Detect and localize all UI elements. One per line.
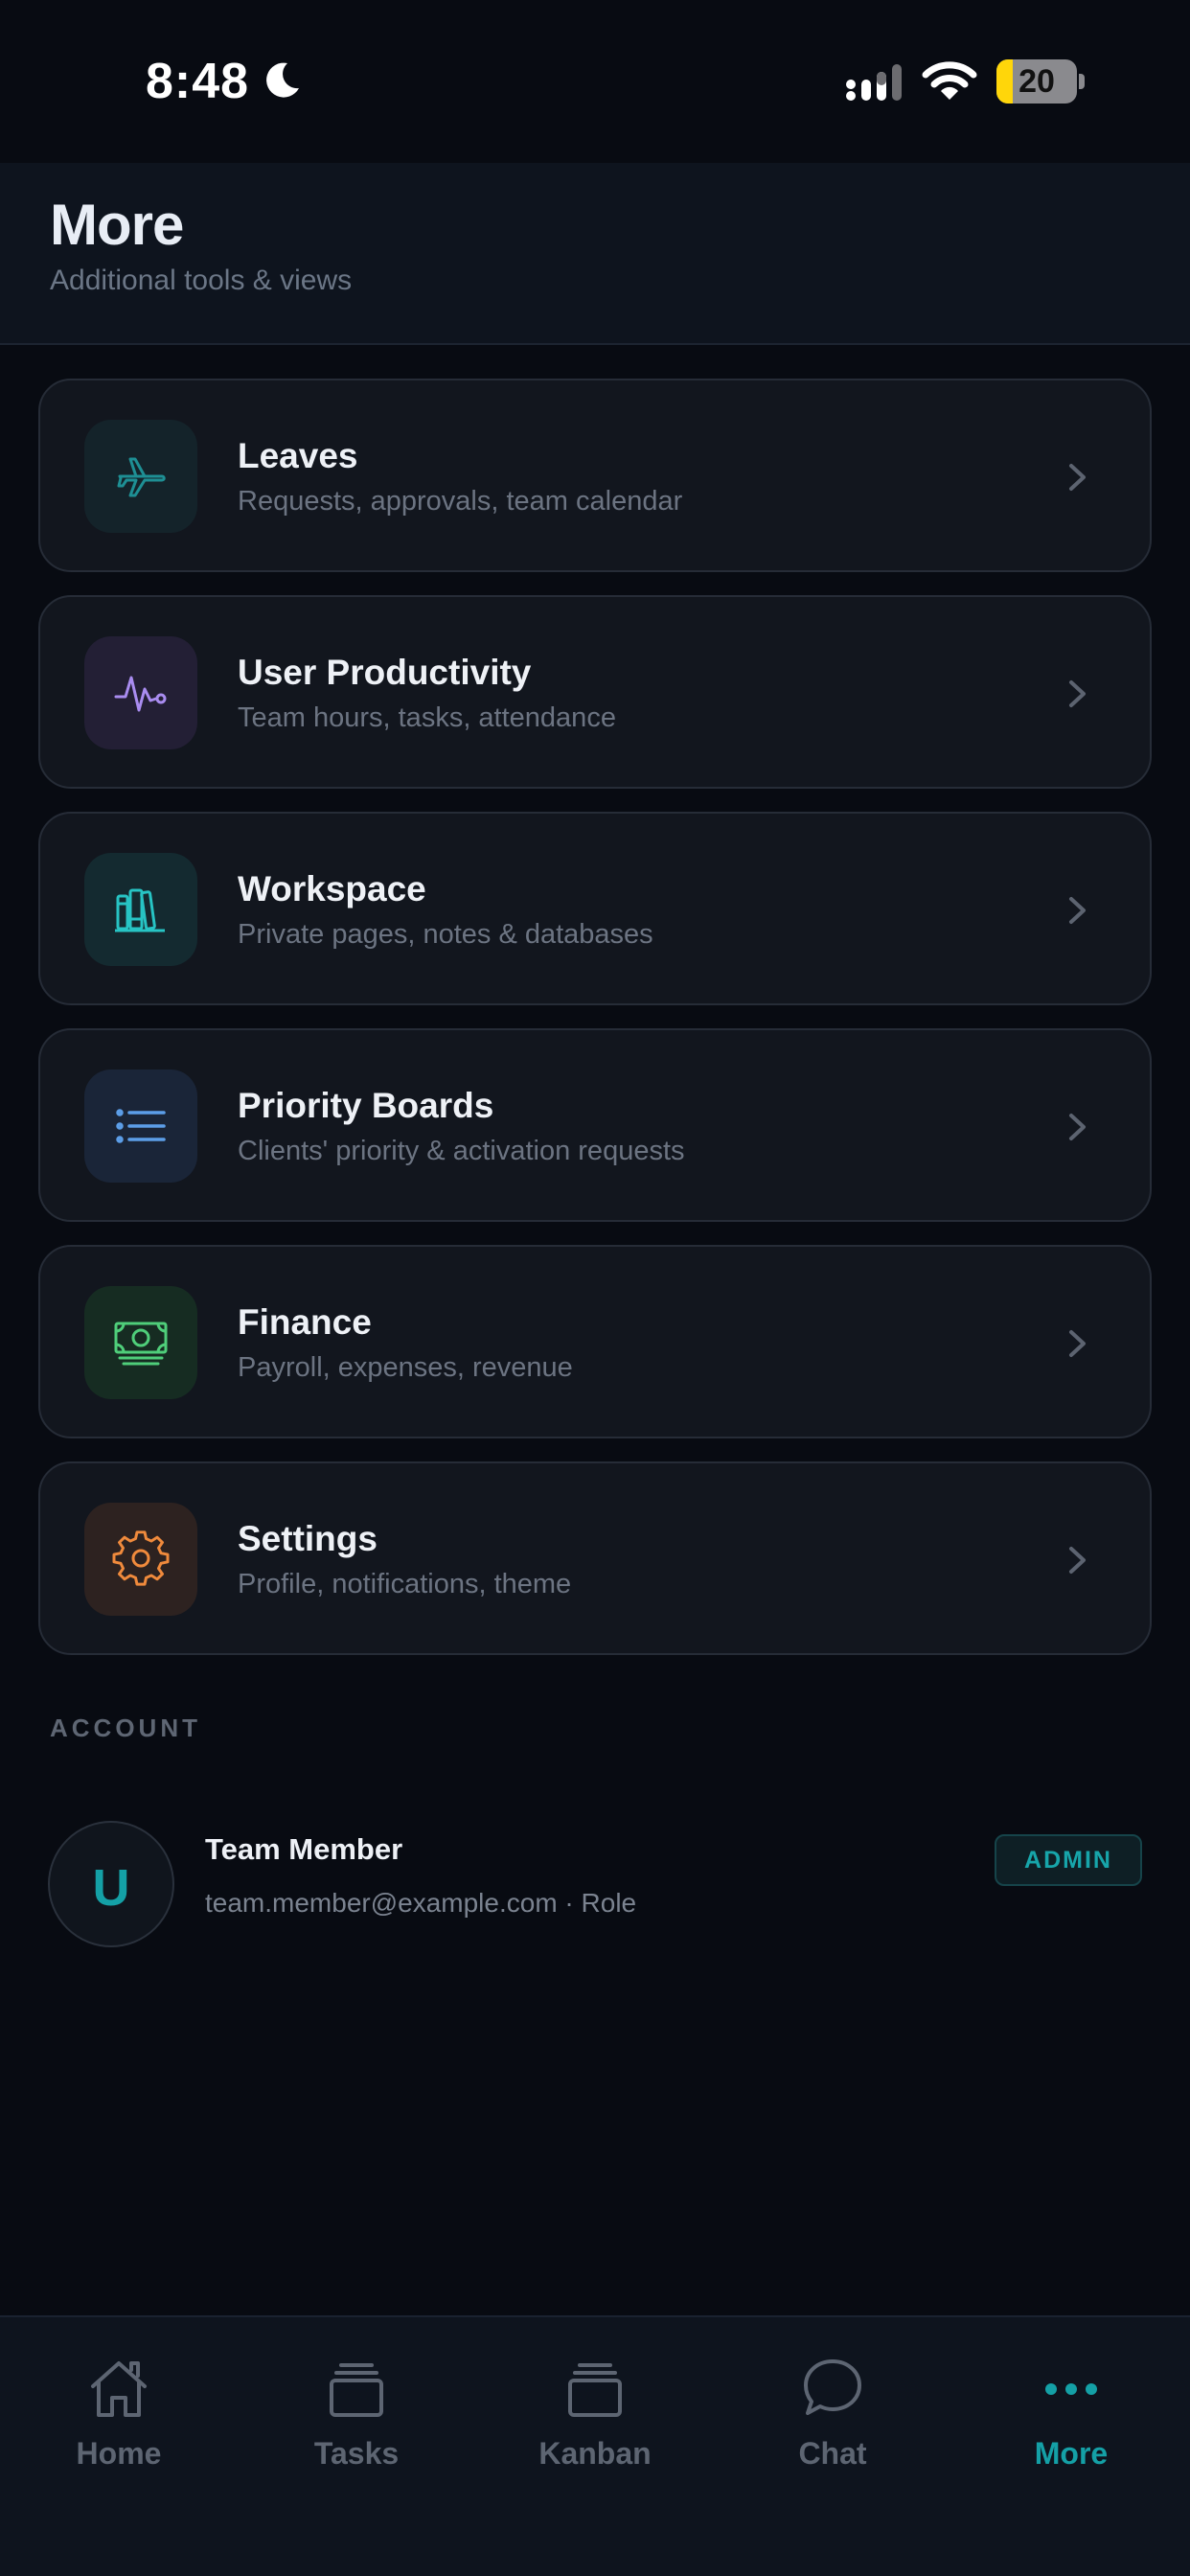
menu-item-description: Profile, notifications, theme <box>238 1569 572 1599</box>
menu-item-description: Clients' priority & activation requests <box>238 1136 685 1166</box>
avatar-initial: U <box>92 1859 130 1917</box>
page-header: More Additional tools & views <box>0 163 1190 345</box>
chat-icon <box>804 2359 861 2415</box>
chevron-right-icon <box>1069 464 1086 491</box>
tab-more[interactable]: More <box>952 2356 1190 2490</box>
avatar[interactable]: U <box>48 1821 174 1947</box>
menu-item-description: Requests, approvals, team calendar <box>238 486 683 517</box>
menu-item-description: Payroll, expenses, revenue <box>238 1352 573 1383</box>
productivity-icon-box <box>84 636 197 749</box>
tab-label: Chat <box>798 2436 867 2471</box>
chevron-right-icon <box>1069 1547 1086 1574</box>
tab-chat[interactable]: Chat <box>714 2356 951 2490</box>
tab-label: More <box>1034 2436 1109 2471</box>
workspace-icon-box <box>84 853 197 966</box>
status-time: 8:48 <box>146 54 250 109</box>
menu-item-title: User Productivity <box>238 653 532 692</box>
list-icon <box>116 1109 166 1143</box>
chevron-right-icon <box>1069 897 1086 924</box>
status-bar: 8:48 20 <box>0 0 1190 163</box>
moon-icon <box>266 62 299 98</box>
page-subtitle: Additional tools & views <box>50 264 353 296</box>
tab-label: Tasks <box>313 2436 400 2471</box>
tasks-icon <box>330 2363 383 2417</box>
page-title: More <box>50 193 184 257</box>
role-badge: ADMIN <box>995 1834 1142 1886</box>
more-screen: 8:48 20 More Additional tools & views Le… <box>0 0 1190 2576</box>
tab-label: Kanban <box>538 2436 652 2471</box>
menu-item-title: Workspace <box>238 869 426 908</box>
tab-label: Home <box>76 2436 162 2471</box>
more-menu: Leaves Requests, approvals, team calenda… <box>38 379 1152 1678</box>
airplane-icon <box>117 457 166 497</box>
gear-icon <box>112 1530 170 1586</box>
wifi-icon <box>922 61 977 100</box>
settings-icon-box <box>84 1503 197 1616</box>
menu-item-workspace[interactable]: Workspace Private pages, notes & databas… <box>38 812 1152 1005</box>
chevron-right-icon <box>1069 1330 1086 1357</box>
priority-boards-icon-box <box>84 1070 197 1183</box>
home-icon <box>91 2361 147 2417</box>
menu-item-description: Private pages, notes & databases <box>238 919 653 950</box>
bottom-tab-bar: Home Tasks Kanban Chat More <box>0 2315 1190 2576</box>
menu-item-finance[interactable]: Finance Payroll, expenses, revenue <box>38 1245 1152 1438</box>
menu-item-priority-boards[interactable]: Priority Boards Clients' priority & acti… <box>38 1028 1152 1222</box>
activity-icon <box>114 676 167 712</box>
more-icon <box>1045 2383 1097 2395</box>
menu-item-title: Settings <box>238 1519 378 1558</box>
leaves-icon-box <box>84 420 197 533</box>
kanban-icon <box>568 2363 622 2417</box>
tab-home[interactable]: Home <box>0 2356 238 2490</box>
battery-percentage: 20 <box>1018 63 1055 100</box>
menu-item-title: Finance <box>238 1302 372 1342</box>
account-email: team.member@example.com · Role <box>205 1888 637 1918</box>
menu-item-description: Team hours, tasks, attendance <box>238 702 616 733</box>
account-name: Team Member <box>205 1832 403 1866</box>
chevron-right-icon <box>1069 1114 1086 1140</box>
account-section-label: ACCOUNT <box>50 1714 201 1742</box>
tab-tasks[interactable]: Tasks <box>238 2356 475 2490</box>
tab-kanban[interactable]: Kanban <box>476 2356 714 2490</box>
chevron-right-icon <box>1069 680 1086 707</box>
battery-indicator: 20 <box>996 59 1085 104</box>
library-icon <box>115 888 165 932</box>
finance-icon-box <box>84 1286 197 1399</box>
cellular-signal-icon <box>846 64 902 101</box>
money-icon <box>114 1322 168 1366</box>
menu-item-user-productivity[interactable]: User Productivity Team hours, tasks, att… <box>38 595 1152 789</box>
menu-item-settings[interactable]: Settings Profile, notifications, theme <box>38 1461 1152 1655</box>
menu-item-title: Leaves <box>238 436 358 475</box>
menu-item-leaves[interactable]: Leaves Requests, approvals, team calenda… <box>38 379 1152 572</box>
menu-item-title: Priority Boards <box>238 1086 494 1125</box>
